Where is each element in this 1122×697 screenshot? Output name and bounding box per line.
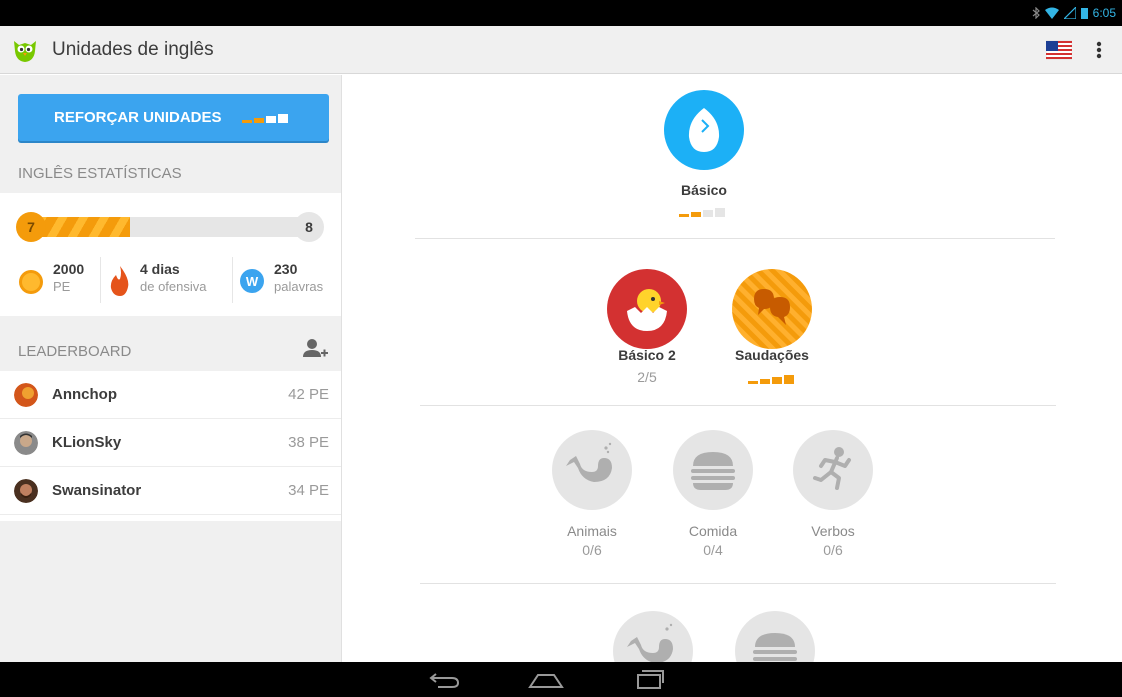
skill-progress: 2/5 xyxy=(637,369,657,385)
streak-value: 4 dias xyxy=(140,261,180,277)
skill-label: Verbos xyxy=(811,523,855,539)
avatar xyxy=(14,383,38,407)
home-icon[interactable] xyxy=(528,671,564,689)
words-label: palavras xyxy=(274,279,324,294)
skill-label: Comida xyxy=(688,523,738,539)
wifi-icon xyxy=(1044,7,1059,19)
leaderboard-xp: 38 PE xyxy=(288,434,329,451)
strength-bars-icon xyxy=(241,113,288,123)
skill-label: Básico 2 xyxy=(618,347,676,363)
us-flag-icon[interactable] xyxy=(1046,38,1072,62)
row-divider xyxy=(420,583,1056,584)
next-level-badge: 8 xyxy=(294,212,324,242)
stats-header: INGLÊS ESTATÍSTICAS xyxy=(18,165,182,182)
skill-progress: 0/6 xyxy=(823,542,843,558)
leaderboard-name: Annchop xyxy=(52,386,117,403)
skill-label: Animais xyxy=(567,523,617,539)
leaderboard-list: Annchop 42 PE KLionSky 38 PE Swansinator… xyxy=(0,371,341,521)
skill-verbos[interactable]: Verbos 0/6 xyxy=(343,75,873,558)
status-time: 6:05 xyxy=(1092,6,1116,20)
status-icons: 6:05 xyxy=(1032,5,1116,21)
duolingo-owl-icon[interactable] xyxy=(12,37,38,63)
egg-icon[interactable] xyxy=(664,90,744,170)
skill-tree: Básico Básico 2 2/5 Saudações Animais 0/… xyxy=(343,75,1122,662)
current-level: 7 xyxy=(27,219,35,235)
strength-bars-icon xyxy=(748,375,794,384)
next-level: 8 xyxy=(305,219,313,235)
speech-bubbles-icon[interactable] xyxy=(732,269,812,349)
leaderboard-xp: 34 PE xyxy=(288,482,329,499)
skill-label: Básico xyxy=(681,182,727,198)
svg-text:W: W xyxy=(246,274,259,289)
skill-progress: 0/6 xyxy=(582,542,602,558)
xp-value: 2000 xyxy=(53,261,85,277)
row-divider xyxy=(415,238,1055,239)
stat-divider xyxy=(232,257,233,303)
app-bar: Unidades de inglês xyxy=(0,26,1122,74)
signal-icon xyxy=(1063,7,1076,19)
level-progress-bar xyxy=(28,217,310,237)
stat-xp: 2000 PE xyxy=(18,261,100,301)
stats-card: 7 8 2000 PE 4 dias de ofensiva W 230 pal… xyxy=(0,193,341,316)
sidebar: REFORÇAR UNIDADES INGLÊS ESTATÍSTICAS 7 … xyxy=(0,75,342,662)
bluetooth-icon xyxy=(1032,7,1040,19)
stat-divider xyxy=(100,257,101,303)
leaderboard-row[interactable]: Swansinator 34 PE xyxy=(0,467,341,515)
burger-icon[interactable] xyxy=(735,611,815,662)
words-icon: W xyxy=(240,269,264,293)
strengthen-skills-button[interactable]: REFORÇAR UNIDADES xyxy=(18,94,329,141)
leaderboard-xp: 42 PE xyxy=(288,386,329,403)
leaderboard-header: LEADERBOARD xyxy=(18,343,132,360)
avatar xyxy=(14,479,38,503)
skill-label: Saudações xyxy=(735,347,809,363)
avatar xyxy=(14,431,38,455)
current-level-badge: 7 xyxy=(16,212,46,242)
add-friend-icon[interactable] xyxy=(302,337,328,361)
xp-label: PE xyxy=(53,279,71,294)
navigation-bar xyxy=(0,662,1122,697)
whale-icon[interactable] xyxy=(552,430,632,510)
strength-bars-icon xyxy=(679,208,725,217)
running-man-icon[interactable] xyxy=(793,430,873,510)
page-title: Unidades de inglês xyxy=(52,39,214,60)
row-divider xyxy=(420,405,1056,406)
leaderboard-row[interactable]: Annchop 42 PE xyxy=(0,371,341,419)
words-value: 230 xyxy=(274,261,298,277)
back-icon[interactable] xyxy=(428,671,460,689)
recent-apps-icon[interactable] xyxy=(634,669,664,689)
skill-progress: 0/4 xyxy=(703,542,723,558)
burger-icon[interactable] xyxy=(673,430,753,510)
leaderboard-name: Swansinator xyxy=(52,482,142,499)
overflow-menu-icon[interactable] xyxy=(1090,38,1108,62)
leaderboard-name: KLionSky xyxy=(52,434,122,451)
stat-streak: 4 dias de ofensiva xyxy=(108,261,230,301)
strengthen-skills-label: REFORÇAR UNIDADES xyxy=(54,109,222,126)
stat-words: W 230 palavras xyxy=(240,261,340,301)
leaderboard-row[interactable]: KLionSky 38 PE xyxy=(0,419,341,467)
streak-label: de ofensiva xyxy=(140,279,207,294)
battery-icon xyxy=(1080,8,1088,19)
xp-coin-icon xyxy=(19,270,43,294)
streak-flame-icon xyxy=(110,266,129,296)
hatching-chick-icon[interactable] xyxy=(607,269,687,349)
whale-icon[interactable] xyxy=(613,611,693,662)
status-bar: 6:05 xyxy=(0,0,1122,26)
